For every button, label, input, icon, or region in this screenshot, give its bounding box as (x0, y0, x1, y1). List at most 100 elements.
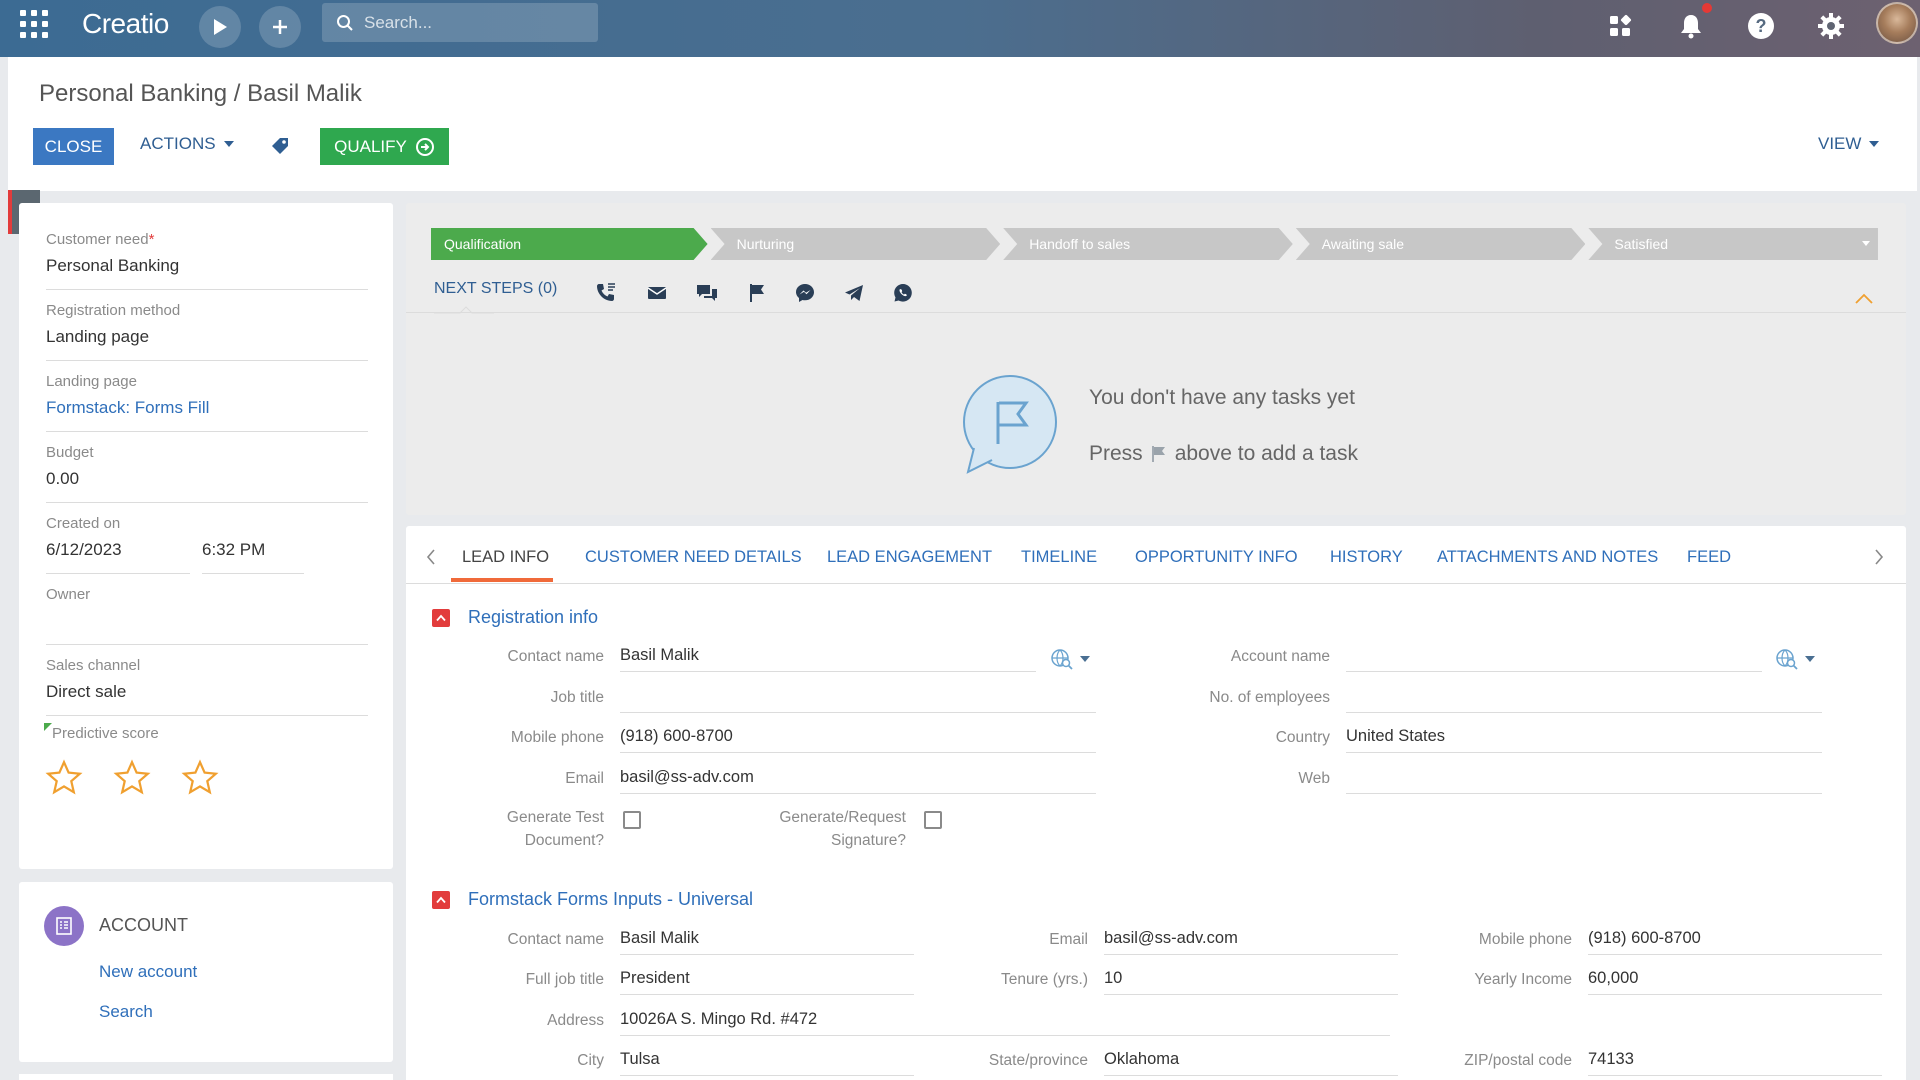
employees-value[interactable] (1346, 683, 1822, 713)
stage-nurturing[interactable]: Nurturing (711, 228, 1001, 260)
globe-search-icon (1051, 649, 1073, 670)
next-steps-tab[interactable]: NEXT STEPS (0) (434, 280, 557, 298)
stage-awaiting-sale[interactable]: Awaiting sale (1296, 228, 1586, 260)
email-label: Email (565, 770, 604, 787)
customer-need-field[interactable]: Customer need* Personal Banking (46, 231, 368, 290)
fs-full-job-title-value[interactable]: President (620, 965, 914, 995)
stage-qualification[interactable]: Qualification (431, 228, 708, 260)
fs-tenure-value[interactable]: 10 (1104, 965, 1398, 995)
chevron-down-icon[interactable] (1861, 241, 1870, 246)
tab-lead-engagement[interactable]: LEAD ENGAGEMENT (827, 548, 992, 567)
generate-test-document-checkbox[interactable] (623, 811, 641, 829)
chat-button[interactable] (695, 281, 719, 305)
employees-label: No. of employees (1209, 689, 1330, 706)
tab-attachments-and-notes[interactable]: ATTACHMENTS AND NOTES (1437, 548, 1658, 567)
stage-label: Handoff to sales (1029, 236, 1131, 252)
registration-method-field[interactable]: Registration method Landing page (46, 302, 368, 361)
fs-zip-value[interactable]: 74133 (1588, 1046, 1882, 1076)
registration-info-collapse[interactable] (432, 609, 450, 627)
new-account-link[interactable]: New account (99, 962, 197, 982)
owner-field[interactable]: Owner (46, 586, 368, 645)
close-button[interactable]: CLOSE (33, 128, 114, 165)
fs-email-value[interactable]: basil@ss-adv.com (1104, 925, 1398, 955)
mobile-phone-value[interactable]: (918) 600-8700 (620, 723, 1096, 753)
app-logo[interactable]: Creatio (82, 8, 169, 40)
account-panel: ACCOUNT New account Search (19, 882, 393, 1062)
account-lookup-button[interactable] (1775, 648, 1815, 670)
settings-button[interactable] (1813, 8, 1849, 44)
customer-need-value[interactable]: Personal Banking (46, 256, 368, 290)
budget-field[interactable]: Budget 0.00 (46, 444, 368, 503)
web-value[interactable] (1346, 764, 1822, 794)
tag-button[interactable] (270, 136, 290, 161)
contact-name-value[interactable]: Basil Malik (620, 642, 1036, 672)
tab-timeline[interactable]: TIMELINE (1021, 548, 1097, 567)
apps-grid-icon[interactable] (20, 10, 48, 38)
notifications-button[interactable] (1673, 8, 1709, 44)
fs-yearly-income-value[interactable]: 60,000 (1588, 965, 1882, 995)
search-input[interactable] (364, 12, 584, 33)
tab-lead-info[interactable]: LEAD INFO (462, 548, 549, 567)
tab-customer-need-details[interactable]: CUSTOMER NEED DETAILS (585, 548, 802, 567)
email-button[interactable] (645, 281, 669, 305)
fs-address-value[interactable]: 10026A S. Mingo Rd. #472 (620, 1006, 1390, 1036)
actions-button[interactable]: ACTIONS (140, 134, 234, 154)
fs-state-value[interactable]: Oklahoma (1104, 1046, 1398, 1076)
actions-label: ACTIONS (140, 134, 216, 153)
help-icon: ? (1748, 13, 1774, 39)
account-name-value[interactable] (1346, 642, 1762, 672)
view-label: VIEW (1818, 134, 1862, 153)
add-task-button[interactable] (745, 281, 769, 305)
sales-channel-field[interactable]: Sales channel Direct sale (46, 657, 368, 716)
run-process-button[interactable] (199, 6, 241, 48)
country-value[interactable]: United States (1346, 723, 1822, 753)
owner-value[interactable] (46, 611, 368, 645)
stage-satisfied[interactable]: Satisfied (1588, 228, 1878, 260)
landing-page-link[interactable]: Formstack: Forms Fill (46, 398, 368, 432)
sales-channel-value[interactable]: Direct sale (46, 682, 368, 716)
tab-history[interactable]: HISTORY (1330, 548, 1403, 567)
tab-feed[interactable]: FEED (1687, 548, 1731, 567)
messenger-button[interactable] (793, 281, 817, 305)
created-on-time[interactable]: 6:32 PM (202, 540, 304, 574)
tab-opportunity-info[interactable]: OPPORTUNITY INFO (1135, 548, 1298, 567)
qualify-button[interactable]: QUALIFY (320, 128, 449, 165)
workplace-button[interactable] (1602, 8, 1638, 44)
fs-city-value[interactable]: Tulsa (620, 1046, 914, 1076)
collapse-panel-button[interactable] (1855, 290, 1873, 310)
help-button[interactable]: ? (1743, 8, 1779, 44)
fs-state-label: State/province (988, 1052, 1088, 1069)
page-title: Personal Banking / Basil Malik (39, 80, 362, 107)
registration-info-title[interactable]: Registration info (468, 607, 598, 628)
global-search[interactable] (322, 3, 598, 42)
formstack-section-collapse[interactable] (432, 891, 450, 909)
chevron-right-icon (1875, 549, 1884, 565)
generate-signature-checkbox[interactable] (924, 811, 942, 829)
landing-page-field[interactable]: Landing page Formstack: Forms Fill (46, 373, 368, 432)
predictive-score-label: Predictive score (52, 725, 159, 742)
job-title-value[interactable] (620, 683, 1096, 713)
telegram-button[interactable] (842, 281, 866, 305)
created-on-date[interactable]: 6/12/2023 (46, 540, 190, 574)
fs-contact-name-value[interactable]: Basil Malik (620, 925, 914, 955)
fs-mobile-phone-value[interactable]: (918) 600-8700 (1588, 925, 1882, 955)
call-button[interactable] (594, 281, 618, 305)
tabs-scroll-left[interactable] (426, 548, 436, 572)
add-record-button[interactable] (259, 6, 301, 48)
email-value[interactable]: basil@ss-adv.com (620, 764, 1096, 794)
svg-text:?: ? (1756, 16, 1767, 36)
hint-rest: above to add a task (1174, 442, 1358, 465)
budget-label: Budget (46, 444, 94, 461)
stage-handoff-to-sales[interactable]: Handoff to sales (1003, 228, 1293, 260)
search-account-link[interactable]: Search (99, 1002, 153, 1022)
budget-value[interactable]: 0.00 (46, 469, 368, 503)
owner-label: Owner (46, 586, 91, 603)
view-button[interactable]: VIEW (1818, 134, 1880, 154)
formstack-section-title[interactable]: Formstack Forms Inputs - Universal (468, 889, 753, 910)
contact-lookup-button[interactable] (1050, 648, 1090, 670)
registration-method-value[interactable]: Landing page (46, 327, 368, 361)
tabs-scroll-right[interactable] (1874, 548, 1884, 572)
user-avatar[interactable] (1876, 2, 1918, 44)
whatsapp-button[interactable] (891, 281, 915, 305)
fs-city-label: City (577, 1052, 604, 1069)
